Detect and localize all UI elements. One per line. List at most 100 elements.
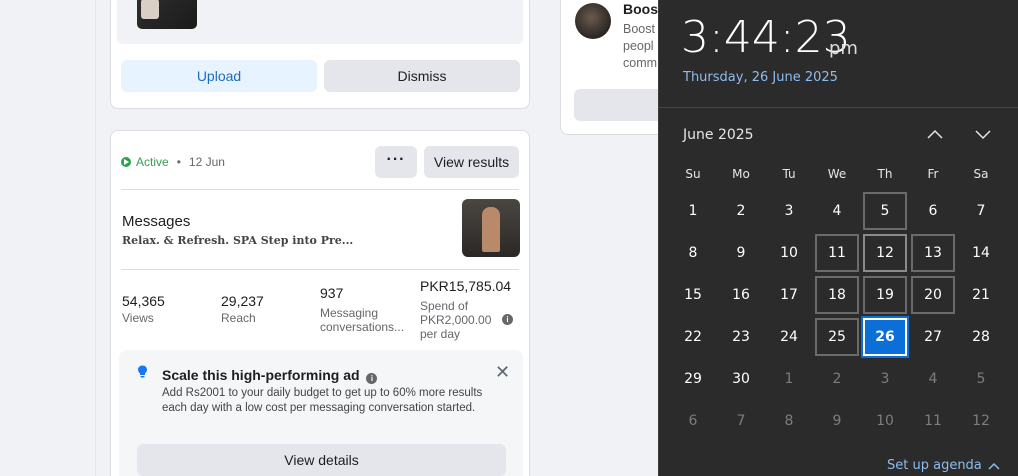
- page-avatar[interactable]: [575, 3, 611, 39]
- calendar-day[interactable]: 8: [767, 402, 811, 440]
- close-icon[interactable]: ✕: [495, 362, 510, 383]
- calendar-day[interactable]: 22: [671, 318, 715, 356]
- calendar-month-label[interactable]: June 2025: [683, 127, 754, 143]
- calendar-day[interactable]: 5: [863, 192, 907, 230]
- calendar-day[interactable]: 9: [719, 234, 763, 272]
- spend-info-icon[interactable]: i: [502, 314, 513, 325]
- view-results-button[interactable]: View results: [424, 146, 519, 178]
- stat-label: Reach: [221, 311, 256, 325]
- clock-ampm: pm: [829, 38, 858, 59]
- calendar-day[interactable]: 12: [959, 402, 1003, 440]
- stat-label: Views: [122, 311, 154, 325]
- calendar-day[interactable]: 14: [959, 234, 1003, 272]
- clock-time: 3:44:23: [681, 12, 851, 63]
- calendar-day[interactable]: 11: [815, 234, 859, 272]
- ad-status-text: Active: [136, 155, 169, 169]
- boost-card-title: Boos: [623, 1, 658, 17]
- chevron-down-icon[interactable]: [973, 124, 993, 144]
- stat-spend: PKR15,785.04 Spend of PKR2,000.00 per da…: [420, 278, 511, 341]
- stat-label: Spend of: [420, 299, 469, 313]
- calendar-day[interactable]: 9: [815, 402, 859, 440]
- calendar-day[interactable]: 21: [959, 276, 1003, 314]
- weekday-header: Su: [685, 167, 701, 181]
- calendar-day[interactable]: 7: [959, 192, 1003, 230]
- calendar-day[interactable]: 12: [863, 234, 907, 272]
- card-divider: [121, 269, 519, 270]
- calendar-day[interactable]: 25: [815, 318, 859, 356]
- calendar-day[interactable]: 13: [911, 234, 955, 272]
- more-options-button[interactable]: ···: [375, 146, 417, 178]
- upload-preview-area: [117, 0, 523, 44]
- setup-agenda-label: Set up agenda: [887, 458, 982, 473]
- calendar-day[interactable]: 4: [911, 360, 955, 398]
- ad-objective-title: Messages: [122, 213, 191, 230]
- upload-suggestion-card: Upload Dismiss: [110, 0, 530, 109]
- calendar-day[interactable]: 19: [863, 276, 907, 314]
- calendar-day[interactable]: 10: [863, 402, 907, 440]
- calendar-day[interactable]: 11: [911, 402, 955, 440]
- calendar-day[interactable]: 24: [767, 318, 811, 356]
- ad-thumbnail[interactable]: [462, 199, 520, 257]
- calendar-day[interactable]: 4: [815, 192, 859, 230]
- boost-suggestion-card: Boos Boost peopl comm: [560, 0, 670, 135]
- clock-calendar-flyout: 3:44:23 pm Thursday, 26 June 2025 June 2…: [658, 0, 1018, 476]
- calendar-day[interactable]: 3: [863, 360, 907, 398]
- calendar-day[interactable]: 8: [671, 234, 715, 272]
- calendar-day[interactable]: 28: [959, 318, 1003, 356]
- calendar-day[interactable]: 6: [911, 192, 955, 230]
- chevron-up-icon: [988, 462, 1000, 470]
- left-column-divider: [95, 0, 96, 476]
- dismiss-button[interactable]: Dismiss: [324, 60, 520, 92]
- flyout-divider: [659, 107, 1018, 108]
- scale-ad-description: Add Rs2001 to your daily budget to get u…: [162, 387, 483, 414]
- calendar-day[interactable]: 29: [671, 360, 715, 398]
- stat-label: conversations...: [320, 320, 405, 334]
- ad-performance-card: Active • 12 Jun ··· View results Message…: [110, 130, 530, 476]
- card-divider: [121, 189, 519, 190]
- stat-value: 54,365: [122, 293, 165, 309]
- calendar-day[interactable]: 20: [911, 276, 955, 314]
- calendar-day[interactable]: 1: [767, 360, 811, 398]
- ad-status-row: Active • 12 Jun: [121, 155, 225, 169]
- weekday-header: Sa: [973, 167, 989, 181]
- stat-label: Messaging: [320, 306, 379, 320]
- stat-label: per day: [420, 327, 461, 341]
- boost-card-button[interactable]: [574, 89, 669, 121]
- stat-value: 29,237: [221, 293, 264, 309]
- calendar-day[interactable]: 18: [815, 276, 859, 314]
- calendar-day[interactable]: 10: [767, 234, 811, 272]
- ad-date: 12 Jun: [188, 155, 225, 169]
- calendar-day-today[interactable]: 26: [861, 316, 909, 358]
- stat-label: PKR2,000.00: [420, 313, 492, 327]
- weekday-header: Th: [877, 167, 893, 181]
- calendar-day[interactable]: 3: [767, 192, 811, 230]
- upload-preview-thumbnail: [137, 0, 197, 29]
- upload-button[interactable]: Upload: [121, 60, 317, 92]
- view-details-button[interactable]: View details: [137, 444, 506, 476]
- setup-agenda-link[interactable]: Set up agenda: [887, 458, 1000, 473]
- calendar-day[interactable]: 17: [767, 276, 811, 314]
- calendar-day[interactable]: 2: [815, 360, 859, 398]
- chevron-up-icon[interactable]: [925, 124, 945, 144]
- lightbulb-icon: [138, 365, 147, 378]
- stat-reach: 29,237 Reach: [221, 293, 264, 325]
- calendar-day[interactable]: 30: [719, 360, 763, 398]
- scale-ad-title: Scale this high-performing ad i: [162, 367, 378, 384]
- calendar-day[interactable]: 2: [719, 192, 763, 230]
- weekday-header: Fr: [927, 167, 939, 181]
- calendar-day[interactable]: 27: [911, 318, 955, 356]
- clock-date-link[interactable]: Thursday, 26 June 2025: [683, 70, 838, 85]
- calendar-day[interactable]: 7: [719, 402, 763, 440]
- stat-messaging: 937 Messaging conversations...: [320, 285, 404, 334]
- calendar-day[interactable]: 23: [719, 318, 763, 356]
- calendar-day[interactable]: 6: [671, 402, 715, 440]
- stat-value: 937: [320, 285, 344, 301]
- calendar-day[interactable]: 15: [671, 276, 715, 314]
- weekday-header: Tu: [782, 167, 796, 181]
- weekday-header: Mo: [732, 167, 750, 181]
- calendar-day[interactable]: 16: [719, 276, 763, 314]
- active-status-icon: [121, 157, 131, 167]
- calendar-day[interactable]: 1: [671, 192, 715, 230]
- calendar-day[interactable]: 5: [959, 360, 1003, 398]
- scale-info-icon[interactable]: i: [366, 373, 378, 384]
